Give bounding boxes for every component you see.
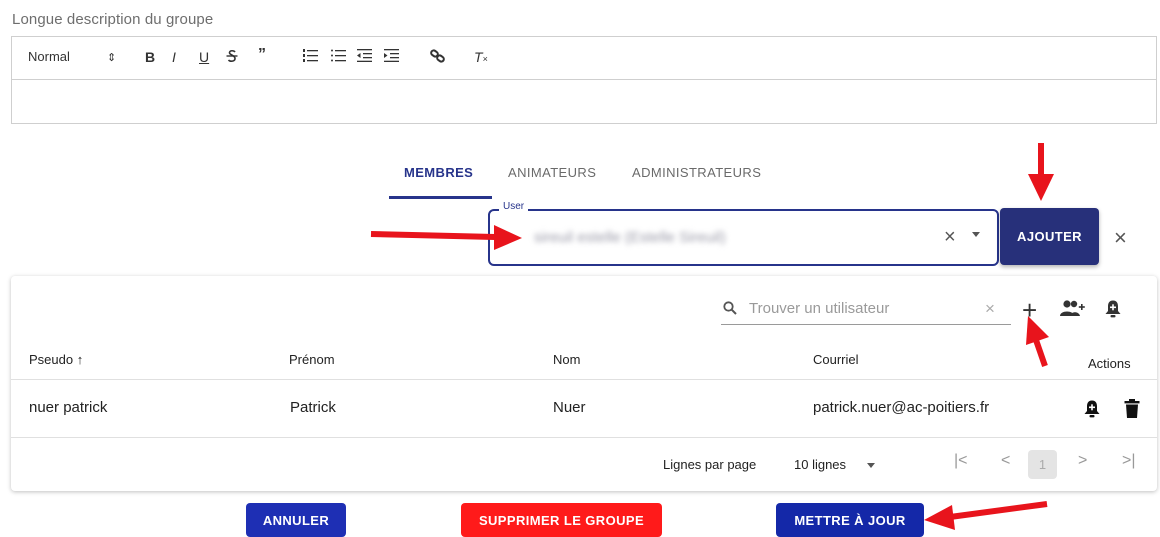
bold-button[interactable]: B — [145, 49, 155, 65]
clear-format-label: T — [474, 49, 483, 65]
chevron-down-icon[interactable] — [972, 232, 980, 237]
column-header-courriel[interactable]: Courriel — [813, 352, 859, 367]
clear-format-icon: × — [482, 54, 488, 64]
search-clear-icon[interactable]: × — [985, 299, 995, 319]
link-icon[interactable] — [430, 49, 446, 66]
first-page-icon[interactable]: |< — [954, 452, 968, 470]
row-divider — [11, 437, 1157, 438]
add-member-button[interactable]: AJOUTER — [1000, 208, 1099, 265]
cell-nom: Nuer — [553, 399, 586, 416]
user-clear-icon[interactable]: × — [944, 226, 956, 249]
clear-format-button[interactable]: T× — [474, 49, 488, 65]
underline-button[interactable]: U — [199, 49, 209, 65]
cell-prenom: Patrick — [290, 399, 336, 416]
next-page-icon[interactable]: > — [1078, 452, 1087, 470]
editor-toolbar: Normal ⇕ B I U ” T× — [12, 37, 1156, 80]
format-select-caret-icon[interactable]: ⇕ — [107, 51, 116, 64]
editor-content-area[interactable] — [12, 79, 1156, 123]
column-header-nom[interactable]: Nom — [553, 352, 580, 367]
search-input[interactable]: Trouver un utilisateur — [749, 300, 889, 317]
tab-animateurs[interactable]: ANIMATEURS — [508, 165, 596, 180]
ordered-list-icon[interactable] — [303, 49, 318, 65]
cancel-button[interactable]: ANNULER — [246, 503, 346, 537]
rows-per-page-select[interactable]: 10 lignes — [794, 457, 846, 472]
delete-group-button[interactable]: SUPPRIMER LE GROUPE — [461, 503, 662, 537]
bell-icon[interactable] — [1104, 299, 1122, 324]
last-page-icon[interactable]: >| — [1122, 452, 1136, 470]
arrow-to-update-button — [924, 501, 1048, 530]
indent-decrease-icon[interactable] — [357, 49, 372, 65]
strikethrough-icon[interactable] — [226, 49, 238, 66]
format-select[interactable]: Normal — [28, 49, 70, 64]
description-label: Longue description du groupe — [12, 11, 214, 28]
indent-increase-icon[interactable] — [384, 49, 399, 65]
cell-courriel: patrick.nuer@ac-poitiers.fr — [813, 399, 990, 416]
rich-text-editor: Normal ⇕ B I U ” T× — [11, 36, 1157, 124]
header-divider — [11, 379, 1157, 380]
tab-membres[interactable]: MEMBRES — [404, 165, 473, 180]
cell-pseudo: nuer patrick — [29, 399, 108, 416]
add-users-icon[interactable] — [1060, 299, 1086, 324]
current-page-button[interactable]: 1 — [1028, 450, 1057, 479]
italic-button[interactable]: I — [172, 49, 176, 65]
prev-page-icon[interactable]: < — [1001, 452, 1010, 470]
update-button[interactable]: METTRE À JOUR — [776, 503, 924, 537]
user-field-label: User — [499, 201, 529, 212]
tab-administrateurs[interactable]: ADMINISTRATEURS — [632, 165, 761, 180]
column-label-pseudo: Pseudo — [29, 352, 74, 367]
trash-icon[interactable] — [1124, 399, 1140, 424]
active-tab-indicator — [389, 196, 492, 199]
search-underline — [721, 324, 1011, 325]
search-icon — [723, 301, 737, 320]
rows-per-page-chevron-icon[interactable] — [867, 463, 875, 468]
close-icon[interactable]: × — [1114, 225, 1127, 251]
column-header-prenom[interactable]: Prénom — [289, 352, 335, 367]
column-header-actions: Actions — [1088, 356, 1131, 371]
plus-icon[interactable]: + — [1022, 295, 1037, 326]
row-bell-icon[interactable] — [1083, 399, 1101, 424]
column-header-pseudo[interactable]: Pseudo ↑ — [29, 352, 83, 367]
sort-arrow-up-icon[interactable]: ↑ — [77, 352, 84, 367]
bullet-list-icon[interactable] — [331, 49, 346, 65]
arrow-to-add-button — [1028, 143, 1054, 201]
rows-per-page-label: Lignes par page — [663, 457, 757, 472]
quote-button[interactable]: ” — [258, 46, 266, 64]
user-field-value[interactable]: sireuil estelle (Estelle Sireuil) — [534, 229, 726, 246]
